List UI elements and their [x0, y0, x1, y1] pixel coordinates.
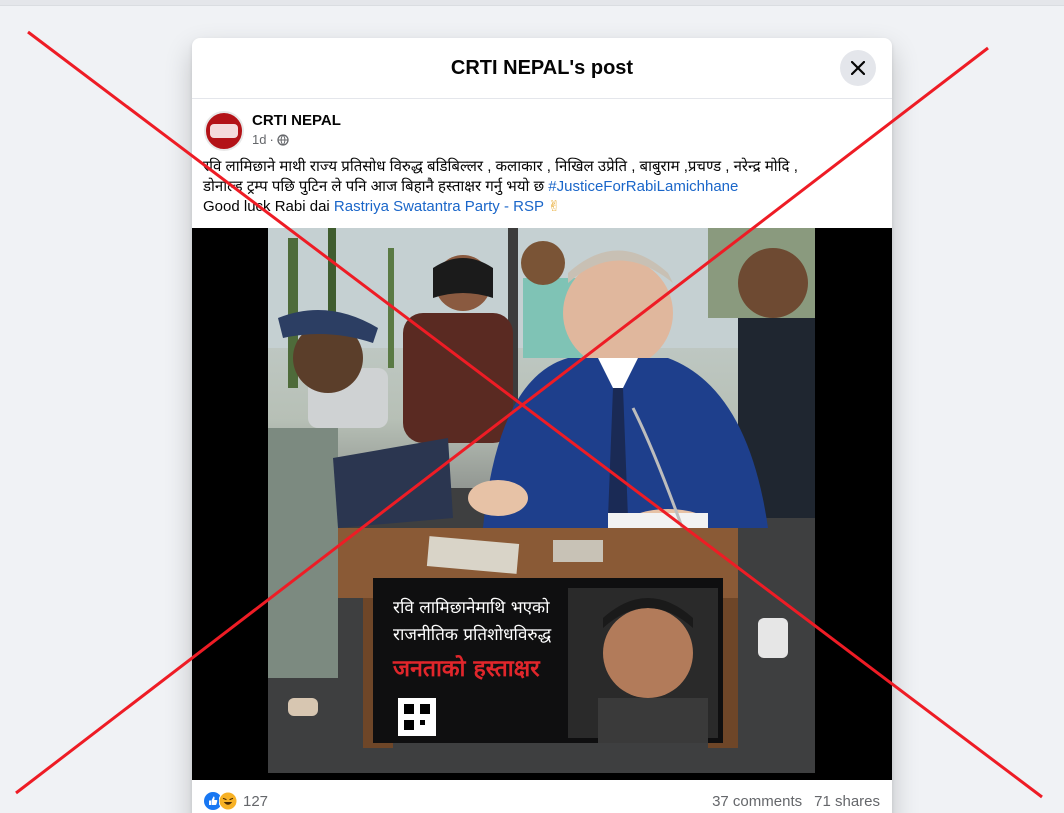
close-button[interactable]: [840, 50, 876, 86]
banner-line3: जनताको हस्ताक्षर: [392, 654, 541, 682]
post-text-line1: रवि लामिछाने माथी राज्य प्रतिसोध विरुद्ध…: [203, 158, 798, 175]
author-name[interactable]: CRTI NEPAL: [252, 111, 341, 130]
post-header: CRTI NEPAL 1d ·: [192, 99, 892, 151]
post-text-line3: Good luck Rabi dai Rastriya Swatantra Pa…: [203, 197, 880, 217]
post-media[interactable]: रवि लामिछानेमाथि भएको राजनीतिक प्रतिशोधव…: [192, 228, 892, 780]
avatar[interactable]: [204, 111, 244, 151]
reaction-count[interactable]: 127: [243, 793, 268, 810]
post-photo: रवि लामिछानेमाथि भएको राजनीतिक प्रतिशोधव…: [268, 228, 815, 773]
banner-line1: रवि लामिछानेमाथि भएको: [393, 597, 550, 618]
shares-count[interactable]: 71 shares: [814, 793, 880, 810]
modal-header: CRTI NEPAL's post: [192, 38, 892, 99]
hashtag-link[interactable]: #JusticeForRabiLamichhane: [548, 178, 738, 195]
post-modal: CRTI NEPAL's post CRTI NEPAL 1d · रवि ला…: [192, 38, 892, 813]
post-text-line3-body: Good luck Rabi dai: [203, 198, 334, 215]
comments-count[interactable]: 37 comments: [712, 793, 802, 810]
close-icon: [851, 61, 865, 75]
author-block: CRTI NEPAL 1d ·: [252, 111, 341, 147]
page-mention-link[interactable]: Rastriya Swatantra Party - RSP: [334, 198, 544, 215]
logo-mark: [210, 124, 238, 138]
post-text-line2: डोनाल्ड ट्रम्प पछि पुटिन ले पनि आज बिहान…: [203, 177, 880, 197]
photo-illustration: रवि लामिछानेमाथि भएको राजनीतिक प्रतिशोधव…: [268, 228, 815, 773]
victory-emoji: ✌: [547, 198, 561, 215]
modal-title: CRTI NEPAL's post: [450, 56, 634, 79]
meta-separator: ·: [269, 132, 274, 147]
reaction-icons[interactable]: [204, 792, 237, 810]
post-text: रवि लामिछाने माथी राज्य प्रतिसोध विरुद्ध…: [192, 151, 892, 217]
banner-line2: राजनीतिक प्रतिशोधविरुद्ध: [393, 624, 552, 645]
globe-icon: [277, 133, 289, 146]
top-bar: [0, 0, 1064, 6]
reactions-bar: 127 37 comments 71 shares: [192, 786, 892, 813]
engagement-stats: 37 comments 71 shares: [712, 793, 880, 810]
haha-icon: [219, 792, 237, 810]
post-text-line2-body: डोनाल्ड ट्रम्प पछि पुटिन ले पनि आज बिहान…: [203, 178, 549, 195]
post-time[interactable]: 1d: [252, 132, 266, 147]
post-meta: 1d ·: [252, 132, 341, 147]
